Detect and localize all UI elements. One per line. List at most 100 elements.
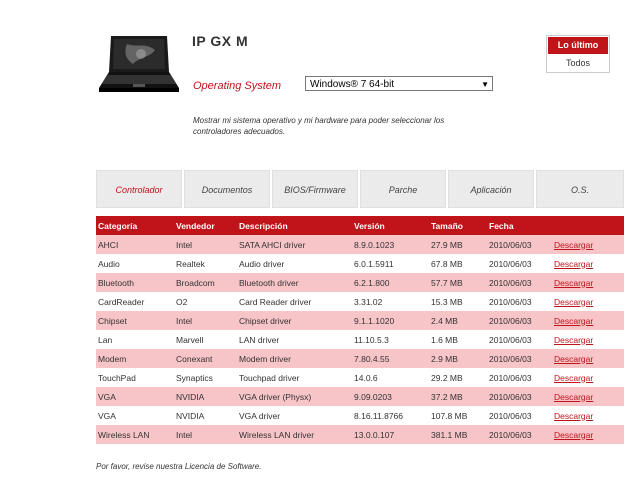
cell-descripcion: Card Reader driver xyxy=(237,292,352,311)
cell-categoria: Bluetooth xyxy=(96,273,174,292)
os-select-value: Windows® 7 64-bit xyxy=(310,79,395,90)
cell-vendedor: Synaptics xyxy=(174,368,237,387)
cell-descripcion: VGA driver (Physx) xyxy=(237,387,352,406)
table-row: VGA NVIDIA VGA driver 8.16.11.8766 107.8 MB 2… xyxy=(96,406,624,425)
cell-tamano: 67.8 MB xyxy=(429,254,487,273)
cell-categoria: VGA xyxy=(96,406,174,425)
table-header-row: Categoría Vendedor Descripción Versión T… xyxy=(96,216,624,235)
cell-fecha: 2010/06/03 xyxy=(487,273,552,292)
cell-descripcion: Bluetooth driver xyxy=(237,273,352,292)
category-tabs: Controlador Documentos BIOS/Firmware Par… xyxy=(96,170,624,208)
cell-fecha: 2010/06/03 xyxy=(487,292,552,311)
cell-categoria: AHCI xyxy=(96,235,174,254)
cell-version: 8.16.11.8766 xyxy=(352,406,429,425)
cell-fecha: 2010/06/03 xyxy=(487,349,552,368)
header-categoria: Categoría xyxy=(96,216,174,235)
tab-parche[interactable]: Parche xyxy=(360,170,446,208)
cell-descripcion: Modem driver xyxy=(237,349,352,368)
cell-vendedor: Conexant xyxy=(174,349,237,368)
cell-version: 9.09.0203 xyxy=(352,387,429,406)
product-title: IP GX M xyxy=(192,33,249,49)
cell-vendedor: NVIDIA xyxy=(174,387,237,406)
cell-version: 13.0.0.107 xyxy=(352,425,429,444)
cell-categoria: Audio xyxy=(96,254,174,273)
download-link[interactable]: Descargar xyxy=(552,273,624,292)
cell-descripcion: VGA driver xyxy=(237,406,352,425)
download-link[interactable]: Descargar xyxy=(552,368,624,387)
tab-bios-firmware[interactable]: BIOS/Firmware xyxy=(272,170,358,208)
drivers-table: Categoría Vendedor Descripción Versión T… xyxy=(96,216,624,444)
cell-version: 9.1.1.1020 xyxy=(352,311,429,330)
table-row: CardReader O2 Card Reader driver 3.31.02 15.… xyxy=(96,292,624,311)
table-row: Bluetooth Broadcom Bluetooth driver 6.2.1.8… xyxy=(96,273,624,292)
download-link[interactable]: Descargar xyxy=(552,406,624,425)
header-tamano: Tamaño xyxy=(429,216,487,235)
cell-version: 8.9.0.1023 xyxy=(352,235,429,254)
cell-vendedor: Realtek xyxy=(174,254,237,273)
table-row: TouchPad Synaptics Touchpad driver 14.0.6 29… xyxy=(96,368,624,387)
download-link[interactable]: Descargar xyxy=(552,387,624,406)
header-vendedor: Vendedor xyxy=(174,216,237,235)
cell-version: 6.2.1.800 xyxy=(352,273,429,292)
cell-tamano: 381.1 MB xyxy=(429,425,487,444)
table-row: Chipset Intel Chipset driver 9.1.1.1020 2.4 … xyxy=(96,311,624,330)
download-link[interactable]: Descargar xyxy=(552,330,624,349)
cell-tamano: 29.2 MB xyxy=(429,368,487,387)
tab-aplicacion[interactable]: Aplicación xyxy=(448,170,534,208)
tab-os[interactable]: O.S. xyxy=(536,170,624,208)
cell-categoria: VGA xyxy=(96,387,174,406)
cell-descripcion: LAN driver xyxy=(237,330,352,349)
table-row: VGA NVIDIA VGA driver (Physx) 9.09.0203 37.2… xyxy=(96,387,624,406)
cell-vendedor: Broadcom xyxy=(174,273,237,292)
os-hint-text: Mostrar mi sistema operativo y mi hardwa… xyxy=(193,116,445,136)
cell-categoria: Chipset xyxy=(96,311,174,330)
table-row: Audio Realtek Audio driver 6.0.1.5911 67.8 M… xyxy=(96,254,624,273)
table-row: Lan Marvell LAN driver 11.10.5.3 1.6 MB 2010/… xyxy=(96,330,624,349)
header-version: Versión xyxy=(352,216,429,235)
download-link[interactable]: Descargar xyxy=(552,292,624,311)
laptop-image xyxy=(99,36,179,92)
cell-fecha: 2010/06/03 xyxy=(487,235,552,254)
cell-tamano: 107.8 MB xyxy=(429,406,487,425)
cell-fecha: 2010/06/03 xyxy=(487,387,552,406)
cell-version: 14.0.6 xyxy=(352,368,429,387)
tab-controlador[interactable]: Controlador xyxy=(96,170,182,208)
download-link[interactable]: Descargar xyxy=(552,254,624,273)
cell-vendedor: O2 xyxy=(174,292,237,311)
cell-vendedor: Intel xyxy=(174,311,237,330)
filter-all-button[interactable]: Todos xyxy=(547,55,609,71)
cell-categoria: CardReader xyxy=(96,292,174,311)
cell-fecha: 2010/06/03 xyxy=(487,254,552,273)
filter-latest-button[interactable]: Lo último xyxy=(548,37,608,54)
cell-descripcion: SATA AHCI driver xyxy=(237,235,352,254)
cell-categoria: Lan xyxy=(96,330,174,349)
cell-vendedor: Marvell xyxy=(174,330,237,349)
download-link[interactable]: Descargar xyxy=(552,425,624,444)
cell-version: 7.80.4.55 xyxy=(352,349,429,368)
download-link[interactable]: Descargar xyxy=(552,235,624,254)
table-row: Modem Conexant Modem driver 7.80.4.55 2.9 MB… xyxy=(96,349,624,368)
cell-vendedor: Intel xyxy=(174,235,237,254)
download-link[interactable]: Descargar xyxy=(552,311,624,330)
cell-tamano: 57.7 MB xyxy=(429,273,487,292)
cell-tamano: 27.9 MB xyxy=(429,235,487,254)
cell-descripcion: Touchpad driver xyxy=(237,368,352,387)
cell-descripcion: Chipset driver xyxy=(237,311,352,330)
filter-box: Lo último Todos xyxy=(546,35,610,73)
download-link[interactable]: Descargar xyxy=(552,349,624,368)
cell-fecha: 2010/06/03 xyxy=(487,311,552,330)
header-fecha: Fecha xyxy=(487,216,552,235)
cell-tamano: 37.2 MB xyxy=(429,387,487,406)
cell-descripcion: Audio driver xyxy=(237,254,352,273)
cell-version: 6.0.1.5911 xyxy=(352,254,429,273)
cell-vendedor: Intel xyxy=(174,425,237,444)
dropdown-arrow-icon: ▼ xyxy=(481,80,489,89)
cell-fecha: 2010/06/03 xyxy=(487,425,552,444)
cell-categoria: Wireless LAN xyxy=(96,425,174,444)
tab-documentos[interactable]: Documentos xyxy=(184,170,270,208)
cell-version: 11.10.5.3 xyxy=(352,330,429,349)
cell-fecha: 2010/06/03 xyxy=(487,368,552,387)
header-download xyxy=(552,216,624,235)
license-notice: Por favor, revise nuestra Licencia de So… xyxy=(96,462,262,471)
os-select[interactable]: Windows® 7 64-bit ▼ xyxy=(305,76,493,91)
